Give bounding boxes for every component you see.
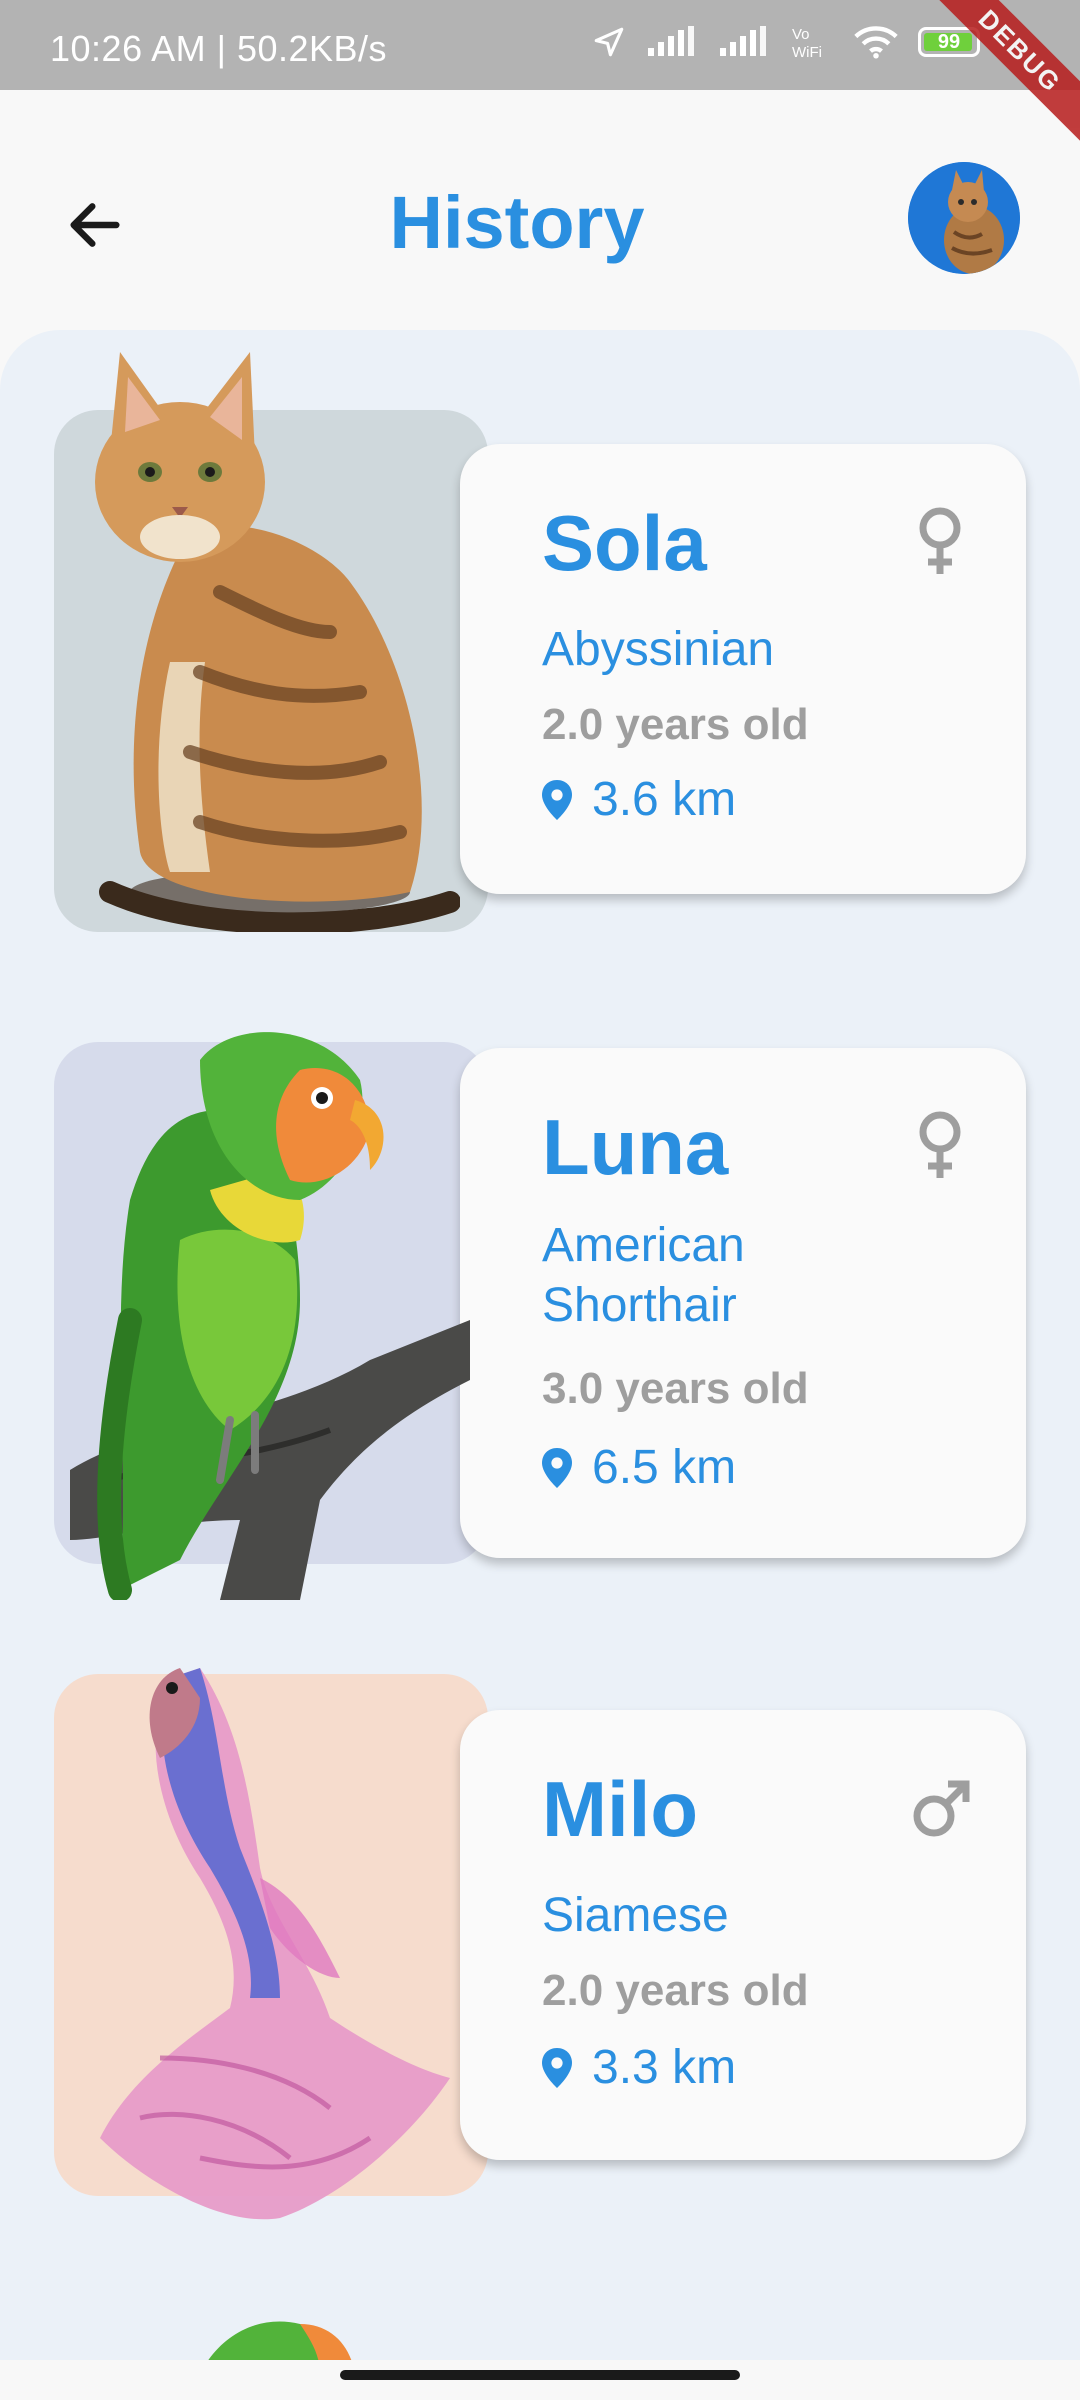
pet-info-card: Sola Abyssinian 2.0 years old 3.6 km xyxy=(460,444,1026,894)
female-icon xyxy=(919,1111,961,1178)
svg-text:WiFi: WiFi xyxy=(792,44,822,60)
location-pin-icon xyxy=(542,2047,572,2088)
pet-name: Sola xyxy=(542,499,707,587)
pet-distance: 6.5 km xyxy=(542,1440,736,1495)
pet-distance: 3.6 km xyxy=(542,772,736,827)
parrot-image xyxy=(70,1032,470,1600)
male-icon xyxy=(913,1780,970,1837)
svg-text:Vo: Vo xyxy=(792,26,810,43)
history-list: Sola Abyssinian 2.0 years old 3.6 km Lun… xyxy=(0,330,1080,2360)
status-icons: Vo WiFi 99 xyxy=(592,24,980,60)
pet-card-luna[interactable]: Luna American Shorthair 3.0 years old 6.… xyxy=(0,1032,1080,1642)
pet-name: Milo xyxy=(542,1765,698,1853)
distance-value: 3.6 km xyxy=(592,773,737,826)
pet-distance: 3.3 km xyxy=(542,2040,736,2095)
distance-value: 6.5 km xyxy=(592,1441,737,1494)
location-pin-icon xyxy=(542,779,572,820)
pet-card-milo[interactable]: Milo Siamese 2.0 years old 3.3 km xyxy=(0,1668,1080,2274)
location-pin-icon xyxy=(542,1447,572,1488)
pet-breed: Siamese xyxy=(542,1889,729,1942)
pet-age: 3.0 years old xyxy=(542,1364,809,1413)
pet-age: 2.0 years old xyxy=(542,700,809,749)
app-header: History xyxy=(0,90,1080,330)
status-bar: 10:26 AM | 50.2KB/s Vo WiFi 99 DEBUG xyxy=(0,0,1080,158)
profile-avatar[interactable] xyxy=(908,162,1020,274)
location-icon xyxy=(594,27,624,57)
pet-info-card: Luna American Shorthair 3.0 years old 6.… xyxy=(460,1048,1026,1558)
cat-image xyxy=(95,352,460,932)
pet-breed: American Shorthair xyxy=(542,1219,745,1332)
next-pet-preview xyxy=(208,2321,352,2360)
pet-info-card: Milo Siamese 2.0 years old 3.3 km xyxy=(460,1710,1026,2160)
female-icon xyxy=(919,507,961,574)
signal-icon xyxy=(648,26,694,56)
signal-icon-2 xyxy=(720,26,766,56)
distance-value: 3.3 km xyxy=(592,2041,737,2094)
pet-breed: Abyssinian xyxy=(542,623,775,676)
vowifi-icon: VoWiFi xyxy=(792,26,822,60)
home-indicator[interactable] xyxy=(340,2370,740,2380)
cat-avatar-icon xyxy=(908,162,1020,274)
pet-card-sola[interactable]: Sola Abyssinian 2.0 years old 3.6 km xyxy=(0,352,1080,1010)
pet-name: Luna xyxy=(542,1103,729,1191)
betta-fish-image xyxy=(100,1668,450,2220)
pet-age: 2.0 years old xyxy=(542,1966,809,2015)
status-time: 10:26 AM | 50.2KB/s xyxy=(50,28,388,69)
wifi-icon xyxy=(854,26,898,59)
